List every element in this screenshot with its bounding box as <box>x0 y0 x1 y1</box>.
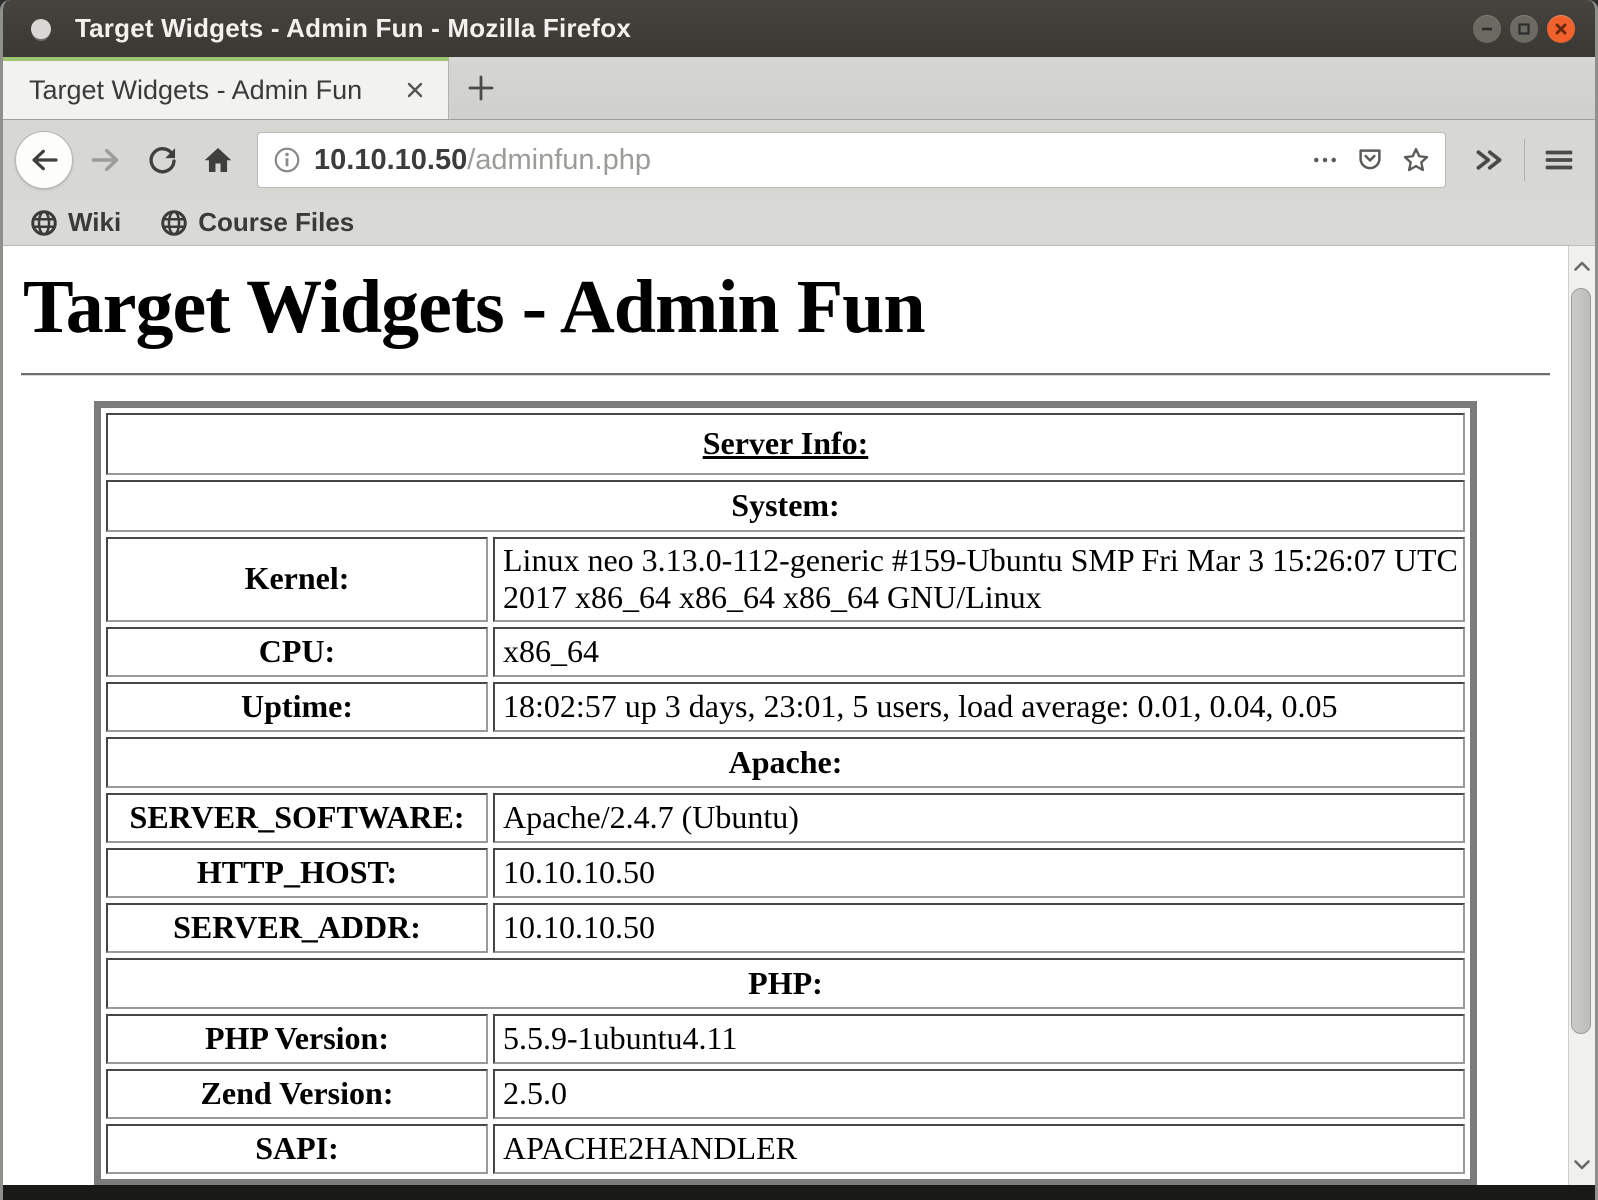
star-icon <box>1403 148 1429 172</box>
tab-bar: Target Widgets - Admin Fun <box>3 57 1595 120</box>
url-path: /adminfun.php <box>467 143 652 176</box>
row-value: 10.10.10.50 <box>493 848 1465 898</box>
minimize-icon <box>1482 27 1492 30</box>
section-row: Apache: <box>106 736 1465 789</box>
row-label: Zend Version: <box>106 1069 488 1119</box>
minimize-button[interactable] <box>1473 14 1501 43</box>
close-button[interactable] <box>1547 14 1575 43</box>
reload-button[interactable] <box>139 137 185 183</box>
url-text: 10.10.10.50/adminfun.php <box>314 144 651 177</box>
bookmark-course-files[interactable]: Course Files <box>159 207 354 238</box>
pocket-icon <box>1359 149 1381 170</box>
section-header-php: PHP: <box>106 957 1465 1010</box>
pocket-button[interactable] <box>1355 145 1385 175</box>
maximize-button[interactable] <box>1510 14 1538 43</box>
bookmark-label: Course Files <box>198 207 355 237</box>
row-label: PHP Version: <box>106 1014 488 1064</box>
server-info-title: Server Info: <box>702 425 869 461</box>
forward-button[interactable] <box>83 137 129 183</box>
window-controls <box>1473 14 1575 43</box>
row-value: 10.10.10.50 <box>493 902 1465 953</box>
row-label: Kernel: <box>106 536 488 622</box>
home-icon <box>204 148 232 172</box>
section-row: System: <box>106 479 1465 532</box>
server-info-table: Server Info: System: Kernel: Linux neo 3… <box>94 401 1477 1185</box>
row-value: Apache/2.4.7 (Ubuntu) <box>493 793 1465 843</box>
globe-icon <box>31 209 57 236</box>
row-label: CPU: <box>106 627 488 677</box>
tab-target-widgets[interactable]: Target Widgets - Admin Fun <box>3 57 449 119</box>
row-value: 5.5.9-1ubuntu4.11 <box>493 1014 1465 1064</box>
maximize-icon <box>1518 22 1530 35</box>
scrollbar-thumb[interactable] <box>1571 288 1591 1034</box>
section-row: PHP: <box>106 957 1465 1010</box>
reload-icon <box>149 147 176 174</box>
chevron-down-icon <box>1574 1160 1590 1170</box>
row-value: Linux neo 3.13.0-112-generic #159-Ubuntu… <box>493 536 1465 622</box>
table-row: SERVER_ADDR: 10.10.10.50 <box>106 902 1465 953</box>
back-button[interactable] <box>15 131 73 189</box>
window-icon[interactable] <box>31 18 51 39</box>
plus-icon <box>468 75 494 101</box>
url-bar[interactable]: 10.10.10.50/adminfun.php <box>257 132 1446 188</box>
table-title-row: Server Info: <box>106 413 1465 475</box>
row-value: APACHE2HANDLER <box>493 1123 1465 1174</box>
tab-close-icon <box>407 82 423 98</box>
table-row: Uptime: 18:02:57 up 3 days, 23:01, 5 use… <box>106 681 1465 732</box>
title-bar[interactable]: Target Widgets - Admin Fun - Mozilla Fir… <box>3 0 1595 57</box>
vertical-scrollbar[interactable] <box>1568 246 1595 1185</box>
row-label: SERVER_ADDR: <box>106 902 488 953</box>
window-title: Target Widgets - Admin Fun - Mozilla Fir… <box>75 13 632 43</box>
row-label: SERVER_SOFTWARE: <box>106 793 488 843</box>
table-row: SERVER_SOFTWARE: Apache/2.4.7 (Ubuntu) <box>106 793 1465 843</box>
scroll-up-button[interactable] <box>1569 246 1595 286</box>
url-host: 10.10.10.50 <box>314 143 468 176</box>
info-icon <box>274 147 300 173</box>
hamburger-menu-button[interactable] <box>1543 144 1575 176</box>
close-icon <box>1555 23 1567 34</box>
table-row: SAPI: APACHE2HANDLER <box>106 1123 1465 1174</box>
table-row: CPU: x86_64 <box>106 627 1465 677</box>
page-title: Target Widgets - Admin Fun <box>23 265 926 349</box>
table-row: Zend Version: 2.5.0 <box>106 1069 1465 1119</box>
table-row: PHP Version: 5.5.9-1ubuntu4.11 <box>106 1014 1465 1064</box>
site-info-button[interactable] <box>272 145 302 175</box>
bookmark-star-button[interactable] <box>1401 145 1431 175</box>
row-value: 2.5.0 <box>493 1069 1465 1119</box>
overflow-menu-button[interactable] <box>1472 143 1506 177</box>
ellipsis-icon <box>1314 157 1336 163</box>
page-actions-button[interactable] <box>1311 146 1339 174</box>
toolbar-separator <box>1524 139 1525 181</box>
tab-close-button[interactable] <box>398 73 432 107</box>
double-chevron-icon <box>1476 150 1502 170</box>
row-label: SAPI: <box>106 1123 488 1174</box>
back-arrow-icon <box>32 149 58 171</box>
forward-arrow-icon <box>91 149 119 171</box>
table-row: Kernel: Linux neo 3.13.0-112-generic #15… <box>106 536 1465 622</box>
row-label: HTTP_HOST: <box>106 848 488 898</box>
row-value: 18:02:57 up 3 days, 23:01, 5 users, load… <box>493 681 1465 732</box>
section-header-apache: Apache: <box>106 736 1465 789</box>
globe-icon <box>161 209 187 236</box>
navigation-toolbar: 10.10.10.50/adminfun.php <box>3 120 1595 200</box>
new-tab-button[interactable] <box>449 57 513 119</box>
bookmark-wiki[interactable]: Wiki <box>29 207 121 238</box>
window-bottom-edge <box>3 1185 1595 1200</box>
row-value: x86_64 <box>493 627 1465 677</box>
hamburger-icon <box>1545 150 1573 170</box>
row-label: Uptime: <box>106 681 488 732</box>
chevron-up-icon <box>1574 261 1590 271</box>
firefox-window: Target Widgets - Admin Fun - Mozilla Fir… <box>0 0 1598 1200</box>
tab-label: Target Widgets - Admin Fun <box>29 74 363 105</box>
section-header-system: System: <box>106 479 1465 532</box>
horizontal-rule <box>21 373 1550 375</box>
scroll-down-button[interactable] <box>1569 1145 1595 1185</box>
bookmarks-toolbar: Wiki Course Files <box>3 200 1595 246</box>
bookmark-label: Wiki <box>68 207 122 237</box>
home-button[interactable] <box>195 137 241 183</box>
page-content: Target Widgets - Admin Fun Server Info: … <box>3 246 1568 1185</box>
table-row: HTTP_HOST: 10.10.10.50 <box>106 848 1465 898</box>
